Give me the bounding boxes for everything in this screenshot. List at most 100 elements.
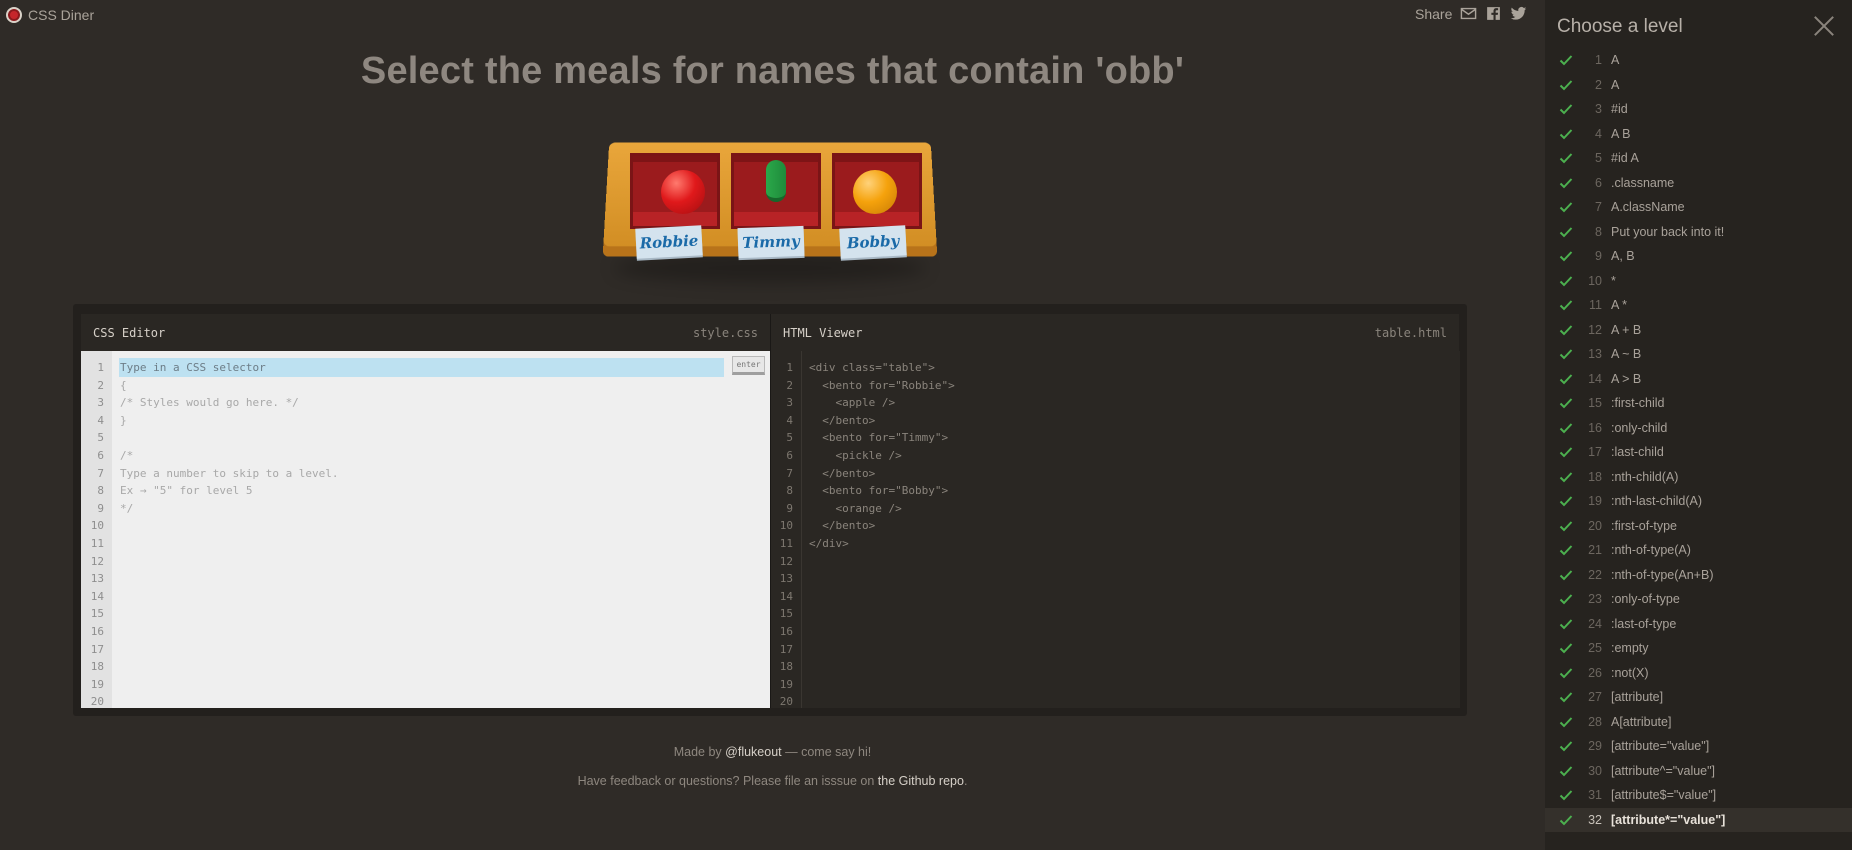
markup-line[interactable]: <pickle /> bbox=[809, 447, 955, 465]
level-item-25[interactable]: 25:empty bbox=[1545, 636, 1852, 661]
level-item-9[interactable]: 9 A, B bbox=[1545, 244, 1852, 269]
logo-icon bbox=[6, 7, 22, 23]
level-item-2[interactable]: 2A bbox=[1545, 73, 1852, 98]
markup-line[interactable]: <apple /> bbox=[809, 394, 955, 412]
level-number: 31 bbox=[1588, 788, 1602, 803]
checkmark-icon bbox=[1559, 445, 1573, 459]
level-label: :last-child bbox=[1611, 445, 1664, 460]
level-item-6[interactable]: 6 .classname bbox=[1545, 171, 1852, 196]
github-link[interactable]: the Github repo bbox=[878, 774, 964, 788]
checkmark-icon bbox=[1559, 127, 1573, 141]
pickle[interactable] bbox=[766, 160, 786, 202]
level-item-31[interactable]: 31 [attribute$="value"] bbox=[1545, 783, 1852, 808]
level-label: :first-of-type bbox=[1611, 518, 1677, 533]
level-label: A bbox=[1611, 77, 1620, 92]
level-item-5[interactable]: 5 #id A bbox=[1545, 146, 1852, 171]
markup-line[interactable]: <orange /> bbox=[809, 500, 955, 518]
mail-icon[interactable] bbox=[1460, 5, 1477, 22]
level-item-3[interactable]: 3 #id bbox=[1545, 97, 1852, 122]
level-label: :nth-child(A) bbox=[1611, 469, 1679, 484]
level-item-18[interactable]: 18:nth-child(A) bbox=[1545, 465, 1852, 490]
level-number: 11 bbox=[1589, 298, 1602, 313]
level-item-21[interactable]: 21:nth-of-type(A) bbox=[1545, 538, 1852, 563]
code-line: Type a number to skip to a level. bbox=[120, 466, 339, 480]
markup-line[interactable]: <div class="table"> bbox=[809, 359, 955, 377]
level-label: #id A bbox=[1611, 151, 1639, 166]
footer-text: Made by bbox=[673, 745, 726, 759]
checkmark-icon bbox=[1559, 666, 1573, 680]
level-item-30[interactable]: 30 [attribute^="value"] bbox=[1545, 759, 1852, 784]
bento-robbie[interactable] bbox=[630, 153, 720, 229]
enter-button[interactable]: enter bbox=[732, 356, 765, 375]
level-item-27[interactable]: 27 [attribute] bbox=[1545, 685, 1852, 710]
level-number: 6 bbox=[1595, 175, 1602, 190]
html-code[interactable]: <div class="table"> <bento for="Robbie">… bbox=[809, 359, 955, 553]
level-item-19[interactable]: 19:nth-last-child(A) bbox=[1545, 489, 1852, 514]
level-number: 23 bbox=[1588, 592, 1602, 607]
markup-line[interactable]: </div> bbox=[809, 535, 955, 553]
html-viewer: HTML Viewer table.html 1 2 3 4 5 6 7 8 9… bbox=[770, 314, 1460, 708]
markup-line[interactable]: <bento for="Timmy"> bbox=[809, 429, 955, 447]
level-item-29[interactable]: 29 [attribute="value"] bbox=[1545, 734, 1852, 759]
checkmark-icon bbox=[1559, 543, 1573, 557]
level-item-13[interactable]: 13 A ~ B bbox=[1545, 342, 1852, 367]
footer-text: . bbox=[963, 774, 968, 788]
orange[interactable] bbox=[853, 170, 897, 214]
footer-credit: Made by @flukeout — come say hi! bbox=[0, 745, 1545, 759]
level-number: 15 bbox=[1588, 396, 1602, 411]
html-file-name: table.html bbox=[1374, 325, 1447, 340]
markup-line[interactable]: </bento> bbox=[809, 517, 955, 535]
app-brand[interactable]: CSS Diner bbox=[6, 6, 94, 24]
markup-line[interactable]: <bento for="Bobby"> bbox=[809, 482, 955, 500]
twitter-icon[interactable] bbox=[1510, 5, 1527, 22]
markup-line[interactable]: <bento for="Robbie"> bbox=[809, 377, 954, 395]
css-editor-body: 1 2 3 4 5 6 7 8 9 10 11 12 13 14 15 16 1… bbox=[81, 351, 770, 708]
level-item-17[interactable]: 17:last-child bbox=[1545, 440, 1852, 465]
code-line: /* bbox=[120, 448, 134, 462]
bento-timmy[interactable] bbox=[731, 153, 821, 229]
markup-line[interactable]: </bento> bbox=[809, 412, 955, 430]
level-number: 20 bbox=[1588, 518, 1602, 533]
level-item-28[interactable]: 28 A[attribute] bbox=[1545, 710, 1852, 735]
sidebar-title: Choose a level bbox=[1557, 16, 1683, 37]
level-label: :only-of-type bbox=[1611, 592, 1680, 607]
close-icon[interactable] bbox=[1813, 15, 1835, 37]
level-item-16[interactable]: 16:only-child bbox=[1545, 416, 1852, 441]
level-item-10[interactable]: 10 * bbox=[1545, 269, 1852, 294]
level-label: :first-child bbox=[1611, 396, 1665, 411]
level-item-26[interactable]: 26:not(X) bbox=[1545, 661, 1852, 686]
checkmark-icon bbox=[1559, 617, 1573, 631]
level-item-20[interactable]: 20 :first-of-type bbox=[1545, 514, 1852, 539]
level-item-12[interactable]: 12 A + B bbox=[1545, 318, 1852, 343]
author-link[interactable]: @flukeout bbox=[725, 745, 781, 759]
level-label: [attribute] bbox=[1611, 690, 1664, 705]
name-tag: Timmy bbox=[737, 225, 805, 259]
level-number: 22 bbox=[1588, 567, 1602, 582]
bento-bobby[interactable] bbox=[832, 153, 922, 229]
level-label: A > B bbox=[1611, 371, 1642, 386]
checkmark-icon bbox=[1559, 249, 1573, 263]
level-item-1[interactable]: 1A bbox=[1545, 48, 1852, 73]
level-item-15[interactable]: 15 :first-child bbox=[1545, 391, 1852, 416]
share-label: Share bbox=[1415, 5, 1453, 22]
level-item-4[interactable]: 4 A B bbox=[1545, 122, 1852, 147]
markup-line[interactable]: </bento> bbox=[809, 465, 955, 483]
level-item-14[interactable]: 14 A > B bbox=[1545, 367, 1852, 392]
level-item-11[interactable]: 11 A * bbox=[1545, 293, 1852, 318]
editor-panel: CSS Editor style.css 1 2 3 4 5 6 7 8 9 1… bbox=[73, 304, 1467, 716]
checkmark-icon bbox=[1559, 641, 1573, 655]
level-item-22[interactable]: 22:nth-of-type(An+B) bbox=[1545, 563, 1852, 588]
level-label: #id bbox=[1611, 102, 1628, 117]
level-label: :last-of-type bbox=[1611, 616, 1677, 631]
level-item-24[interactable]: 24:last-of-type bbox=[1545, 612, 1852, 637]
level-item-23[interactable]: 23 :only-of-type bbox=[1545, 587, 1852, 612]
level-item-32[interactable]: 32 [attribute*="value"] bbox=[1545, 807, 1852, 832]
level-item-8[interactable]: 8 Put your back into it! bbox=[1545, 220, 1852, 245]
apple[interactable] bbox=[661, 170, 705, 214]
code-line: */ bbox=[120, 501, 134, 515]
facebook-icon[interactable] bbox=[1485, 5, 1502, 22]
line-numbers: 1 2 3 4 5 6 7 8 9 10 11 12 13 14 15 16 1… bbox=[771, 351, 802, 708]
level-item-7[interactable]: 7 A.className bbox=[1545, 195, 1852, 220]
